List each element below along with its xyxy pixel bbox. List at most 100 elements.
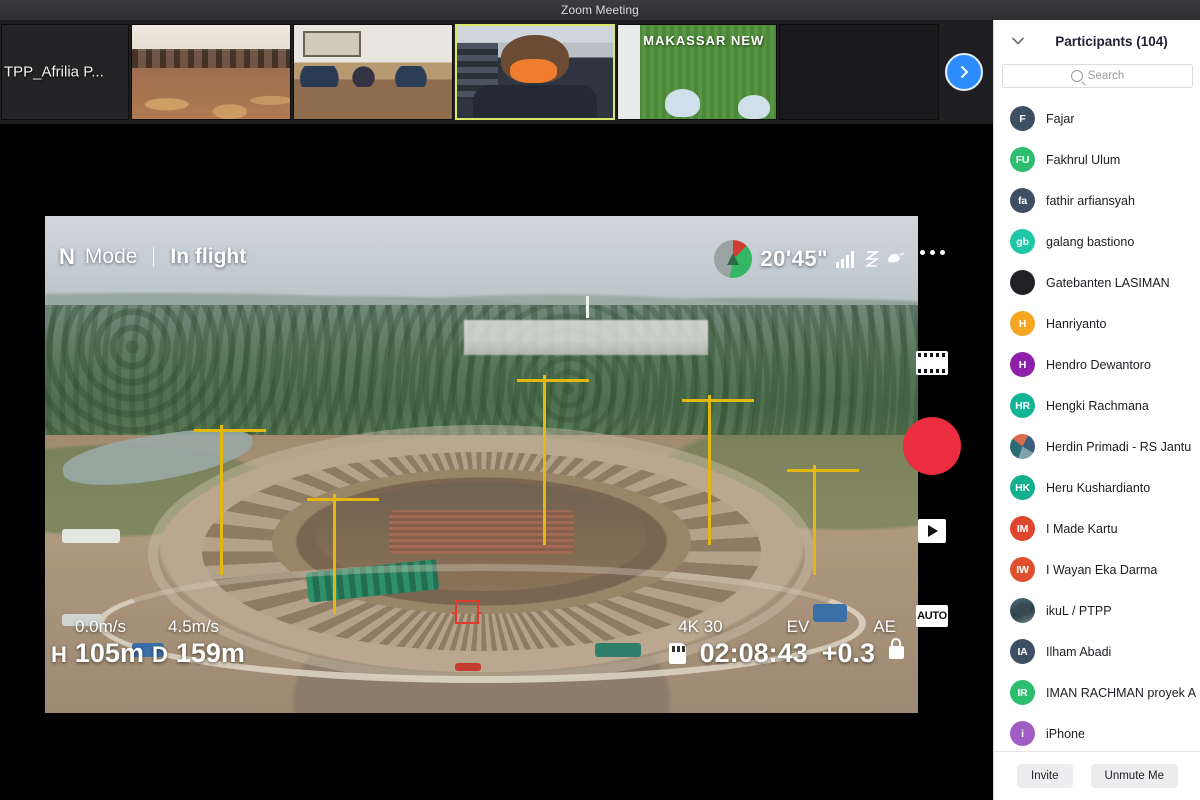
invite-button[interactable]: Invite: [1017, 764, 1073, 788]
tower-crane: [193, 424, 266, 575]
tower-crane: [787, 464, 860, 575]
participant-name: Hendro Dewantoro: [1046, 357, 1151, 372]
record-time: 02:08:43: [699, 638, 808, 668]
participant-name: Ilham Abadi: [1046, 644, 1112, 659]
thumbnail-label: MAKASSAR NEW: [643, 32, 765, 48]
participant-row[interactable]: gb galang bastiono: [994, 221, 1200, 262]
participant-row[interactable]: HR Hengki Rachmana: [994, 385, 1200, 426]
collapse-panel-button[interactable]: [1012, 32, 1024, 50]
participant-row[interactable]: F Fajar: [994, 98, 1200, 139]
drone-camera-controls: AUTO: [903, 236, 961, 736]
search-placeholder: Search: [1087, 70, 1125, 82]
thumbnail-video-tile[interactable]: [293, 24, 453, 120]
participant-name: I Wayan Eka Darma: [1046, 562, 1158, 577]
meeting-stage: TPP_Afrilia P... MAKASSAR NEW N Mode In …: [0, 20, 993, 800]
participant-row[interactable]: HK Heru Kushardianto: [994, 467, 1200, 508]
participants-list[interactable]: F Fajar FU Fakhrul Ulum fa fathir arfiansyah g…: [994, 96, 1200, 751]
filmstrip-next-button[interactable]: [945, 53, 983, 91]
participant-row[interactable]: IM I Made Kartu: [994, 508, 1200, 549]
video-town: [464, 320, 709, 356]
satellite-icon: [865, 251, 879, 267]
shared-screen-drone-video[interactable]: N Mode In flight 20'45" 0.0m/s 4.5m/s H …: [45, 216, 918, 713]
thumbnail-video-frame: MAKASSAR NEW: [618, 25, 776, 119]
participant-name: IMAN RACHMAN proyek A: [1046, 685, 1197, 700]
participant-avatar: IR: [1010, 680, 1035, 705]
thumbnail-video-tile-active[interactable]: [455, 24, 615, 120]
search-icon: [1070, 70, 1083, 82]
thumbnail-video-tile[interactable]: [779, 24, 939, 120]
lock-icon: [889, 638, 904, 659]
participant-row[interactable]: IW I Wayan Eka Darma: [994, 549, 1200, 590]
ev-label: EV: [786, 617, 810, 636]
thumbnail-label: TPP_Afrilia P...: [4, 63, 104, 81]
thumbnail-video-frame: [457, 26, 613, 118]
hud-status-icons: [836, 250, 906, 268]
record-shutter-icon[interactable]: [903, 417, 961, 475]
participants-panel-header: Participants (104): [994, 20, 1200, 62]
signal-bars-icon: [836, 251, 854, 268]
more-dots-icon[interactable]: [919, 250, 945, 255]
focus-bracket-icon: [452, 599, 483, 624]
participant-name: galang bastiono: [1046, 234, 1135, 249]
participant-avatar: H: [1010, 311, 1035, 336]
participant-avatar: [1010, 434, 1035, 459]
search-input[interactable]: Search: [1002, 64, 1193, 88]
participant-name: Fakhrul Ulum: [1046, 152, 1121, 167]
ae-label: AE: [873, 617, 896, 636]
playback-play-icon[interactable]: [918, 519, 946, 543]
participants-title: Participants (104): [1055, 33, 1168, 49]
battery-dial-icon: [714, 240, 753, 278]
participant-avatar: IW: [1010, 557, 1035, 582]
thumbnail-video-frame: [294, 25, 452, 119]
drone-hud-telemetry-right: 4K 30 EV AE 02:08:43 +0.3: [668, 617, 904, 669]
tower-crane: [682, 394, 755, 545]
window-title: Zoom Meeting: [561, 3, 639, 17]
thumbnail-video-tile[interactable]: [131, 24, 291, 120]
site-structure: [594, 643, 641, 658]
distance-value: 159m: [175, 638, 245, 668]
horizontal-speed: 0.0m/s: [75, 617, 127, 636]
participant-avatar: HR: [1010, 393, 1035, 418]
participant-avatar: [1010, 598, 1035, 623]
flight-mode-label: Mode: [84, 245, 138, 268]
participant-row[interactable]: IA Ilham Abadi: [994, 631, 1200, 672]
thumbnail-video-tile[interactable]: TPP_Afrilia P...: [1, 24, 129, 120]
tower-crane: [516, 375, 589, 546]
participant-avatar: gb: [1010, 229, 1035, 254]
participant-row[interactable]: i iPhone: [994, 713, 1200, 751]
participant-avatar: F: [1010, 106, 1035, 131]
unmute-me-button[interactable]: Unmute Me: [1090, 764, 1178, 788]
participant-row[interactable]: Gatebanten LASIMAN: [994, 262, 1200, 303]
participant-name: Hanriyanto: [1046, 316, 1107, 331]
participant-avatar: HK: [1010, 475, 1035, 500]
thumbnail-video-frame: [132, 25, 290, 119]
auto-exposure-button[interactable]: AUTO: [916, 605, 948, 627]
sd-card-icon: [668, 643, 686, 664]
participant-avatar: H: [1010, 352, 1035, 377]
site-structure: [62, 529, 121, 544]
video-format: 4K 30: [678, 617, 723, 636]
participant-filmstrip: TPP_Afrilia P... MAKASSAR NEW: [0, 20, 993, 124]
ev-value: +0.3: [821, 638, 875, 668]
thumbnail-video-tile[interactable]: MAKASSAR NEW: [617, 24, 777, 120]
participant-name: Heru Kushardianto: [1046, 480, 1151, 495]
participant-name: Gatebanten LASIMAN: [1046, 275, 1170, 290]
participant-row[interactable]: fa fathir arfiansyah: [994, 180, 1200, 221]
participant-row[interactable]: IR IMAN RACHMAN proyek A: [994, 672, 1200, 713]
site-structure: [455, 663, 482, 672]
participant-row[interactable]: FU Fakhrul Ulum: [994, 139, 1200, 180]
participant-name: fathir arfiansyah: [1046, 193, 1135, 208]
participant-row[interactable]: Herdin Primadi - RS Jantu: [994, 426, 1200, 467]
distance-label: D: [151, 642, 168, 667]
participant-row[interactable]: ikuL / PTPP: [994, 590, 1200, 631]
participant-name: Fajar: [1046, 111, 1075, 126]
flight-mode-letter: N: [59, 244, 75, 269]
participant-row[interactable]: H Hendro Dewantoro: [994, 344, 1200, 385]
participant-avatar: IM: [1010, 516, 1035, 541]
film-strip-icon[interactable]: [916, 351, 948, 375]
participant-name: ikuL / PTPP: [1046, 603, 1112, 618]
hud-divider: [153, 247, 155, 267]
drone-hud-status: 20'45": [714, 240, 906, 278]
participant-row[interactable]: H Hanriyanto: [994, 303, 1200, 344]
participants-panel-footer: Invite Unmute Me: [994, 751, 1200, 800]
